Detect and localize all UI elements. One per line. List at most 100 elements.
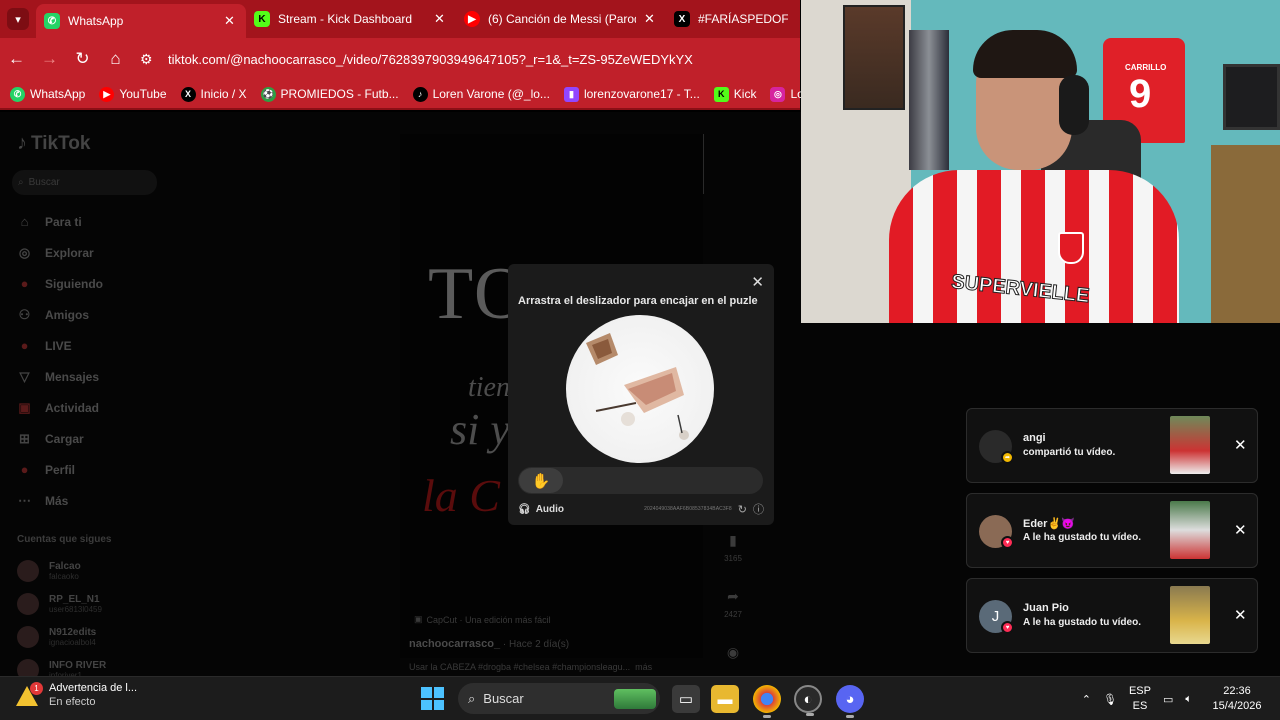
sidebar-item-mas[interactable]: ⋯ Más (16, 485, 196, 516)
nav-label: Siguiendo (45, 276, 103, 291)
sidebar-item-perfil[interactable]: ● Perfil (16, 454, 196, 485)
video-author[interactable]: nachoocarrasco_ · Hace 2 día(s) (409, 638, 569, 650)
tab-kick-dashboard[interactable]: K Stream - Kick Dashboard ✕ (246, 0, 456, 38)
site-settings-icon[interactable]: ⚙ (140, 51, 158, 68)
tab-close-icon[interactable]: ✕ (434, 11, 448, 27)
sidebar-item-explorar[interactable]: ◎ Explorar (16, 237, 196, 268)
volume-icon[interactable]: 🔈︎ (1185, 693, 1192, 706)
microphone-icon[interactable]: 🎙︎ (1103, 693, 1117, 706)
browser-tab-bar: ▾ ✆ WhatsApp ✕ K Stream - Kick Dashboard… (0, 0, 800, 38)
more-icon: ⋯ (18, 492, 31, 508)
author-name: nachoocarrasco_ (409, 638, 501, 650)
bookmark-kick[interactable]: K Kick (713, 86, 756, 102)
tab-x-hashtag[interactable]: X #FARÍASPEDOFILO en (666, 0, 796, 38)
windows-start-button[interactable] (421, 687, 444, 710)
music-disc-icon[interactable]: ◉ (727, 644, 739, 666)
clock[interactable]: 22:36 15/4/2026 (1204, 684, 1270, 714)
account-handle: falcaoko (49, 571, 79, 581)
discord-taskbar-button[interactable]: ◕ (836, 685, 864, 718)
sidebar-item-cargar[interactable]: ⊞ Cargar (16, 423, 196, 454)
slider-handle[interactable]: ✋ (519, 468, 563, 493)
close-icon[interactable]: ✕ (1234, 521, 1247, 539)
sidebar-item-actividad[interactable]: ▣ Actividad (16, 392, 196, 423)
kick-icon: K (713, 86, 729, 102)
address-bar[interactable]: ⚙ tiktok.com/@nachoocarrasco_/video/7628… (140, 44, 800, 74)
video-actions: ▮ 3165 ➦ 2427 ◉ (718, 532, 748, 666)
list-item[interactable]: Falcao falcaoko (17, 554, 197, 587)
share-icon[interactable]: ➦ (727, 588, 739, 610)
sidebar-item-para-ti[interactable]: ⌂ Para ti (16, 206, 196, 237)
bookmark-x[interactable]: X Inicio / X (180, 86, 247, 102)
bookmark-promiedos[interactable]: ⚽ PROMIEDOS - Futb... (260, 86, 399, 102)
nav-label: Mensajes (45, 369, 100, 384)
reload-button[interactable]: ↻ (66, 38, 99, 80)
bookmark-label: WhatsApp (30, 87, 86, 101)
bookmark-icon[interactable]: ▮ (729, 532, 737, 554)
tab-whatsapp[interactable]: ✆ WhatsApp ✕ (36, 4, 246, 38)
notification-user: angi (1023, 432, 1046, 444)
more-link[interactable]: más (635, 662, 652, 672)
list-item[interactable]: RP_EL_N1 user6813l0459 (17, 587, 197, 620)
search-input[interactable]: ⌕ Buscar (12, 170, 157, 195)
wall-poster (843, 5, 905, 110)
bookmark-whatsapp[interactable]: ✆ WhatsApp (10, 86, 86, 102)
tab-youtube-messi[interactable]: ▶ (6) Canción de Messi (Parod ✕ (456, 0, 666, 38)
tab-close-icon[interactable]: ✕ (644, 11, 658, 27)
sidebar-item-mensajes[interactable]: ▽ Mensajes (16, 361, 196, 392)
share-badge-icon: ➦ (1001, 451, 1014, 464)
webcam-overlay: CARRILLO 9 SUPERVIELLE (801, 0, 1280, 323)
file-explorer-button[interactable]: ▬ (711, 685, 739, 713)
captcha-code: 2024049038AAF6B08537834BAC3F8 (644, 506, 732, 512)
video-text-line: tien (468, 372, 510, 403)
bookmark-label: Loren Varone (@_lo... (432, 87, 550, 101)
twitch-icon: ▮ (563, 86, 579, 102)
tab-label: (6) Canción de Messi (Parod (488, 12, 636, 26)
avatar (17, 625, 39, 648)
audio-button[interactable]: 🎧︎ Audio (518, 504, 564, 515)
bookmark-twitch[interactable]: ▮ lorenzovarone17 - T... (563, 86, 700, 102)
close-icon[interactable]: ✕ (1234, 436, 1247, 454)
sidebar-item-amigos[interactable]: ⚇ Amigos (16, 299, 196, 330)
following-list: Falcao falcaoko RP_EL_N1 user6813l0459 N91… (17, 554, 197, 686)
close-icon[interactable]: ✕ (1234, 606, 1247, 624)
notification-user: Juan Pio (1023, 602, 1069, 614)
tab-search-button[interactable]: ▾ (0, 0, 36, 38)
notification-card[interactable]: ♥ Eder✌️😈 A le ha gustado tu vídeo. ✕ (966, 493, 1258, 568)
list-item[interactable]: N912edits ignacioalbol4 (17, 620, 197, 653)
nav-label: LIVE (45, 338, 72, 353)
forward-button[interactable]: → (33, 38, 66, 80)
weather-warning-widget[interactable]: 1 Advertencia de l... En efecto (16, 682, 137, 708)
network-icon[interactable]: ▭ (1163, 693, 1173, 706)
back-button[interactable]: ← (0, 38, 33, 80)
folder-icon: ▬ (717, 690, 733, 708)
puzzle-picture (586, 333, 689, 440)
tiktok-logo[interactable]: ♪ TikTok (17, 132, 90, 155)
bookmark-tiktok[interactable]: ♪ Loren Varone (@_lo... (412, 86, 550, 102)
close-icon[interactable]: ✕ (751, 273, 764, 291)
home-button[interactable]: ⌂ (99, 38, 132, 80)
captcha-slider-track[interactable]: ✋ (518, 467, 763, 494)
info-icon[interactable]: ⓘ (753, 501, 764, 517)
notification-card[interactable]: J ♥ Juan Pio A le ha gustado tu vídeo. ✕ (966, 578, 1258, 653)
sidebar-nav: ⌂ Para ti ◎ Explorar ● Siguiendo ⚇ Amigos ● L… (16, 206, 196, 516)
nav-label: Explorar (45, 245, 94, 260)
chrome-taskbar-button[interactable] (753, 685, 781, 718)
tab-close-icon[interactable]: ✕ (224, 13, 238, 29)
taskbar-search[interactable]: ⌕ Buscar (458, 683, 660, 714)
sidebar-item-siguiendo[interactable]: ● Siguiendo (16, 268, 196, 299)
whatsapp-icon: ✆ (44, 13, 60, 29)
following-section-title: Cuentas que sigues (17, 534, 112, 545)
capcut-tag[interactable]: ▣ CapCut · Una edición más fácil (414, 614, 551, 625)
bookmark-youtube[interactable]: ▶ YouTube (99, 86, 167, 102)
sidebar-item-live[interactable]: ● LIVE (16, 330, 196, 361)
chevron-up-icon[interactable]: ⌃ (1082, 693, 1091, 706)
notification-card[interactable]: ➦ angi compartió tu vídeo. ✕ (966, 408, 1258, 483)
friends-icon: ⚇ (18, 306, 31, 322)
refresh-icon[interactable]: ↻ (738, 503, 747, 516)
obs-taskbar-button[interactable]: ◐ (794, 685, 822, 716)
account-name: INFO RIVER (49, 659, 107, 671)
url-text: tiktok.com/@nachoocarrasco_/video/762839… (168, 51, 693, 67)
language-indicator[interactable]: ESP ES (1129, 684, 1151, 714)
instagram-icon: ◎ (770, 86, 786, 102)
task-view-button[interactable]: ▭ (672, 685, 700, 713)
